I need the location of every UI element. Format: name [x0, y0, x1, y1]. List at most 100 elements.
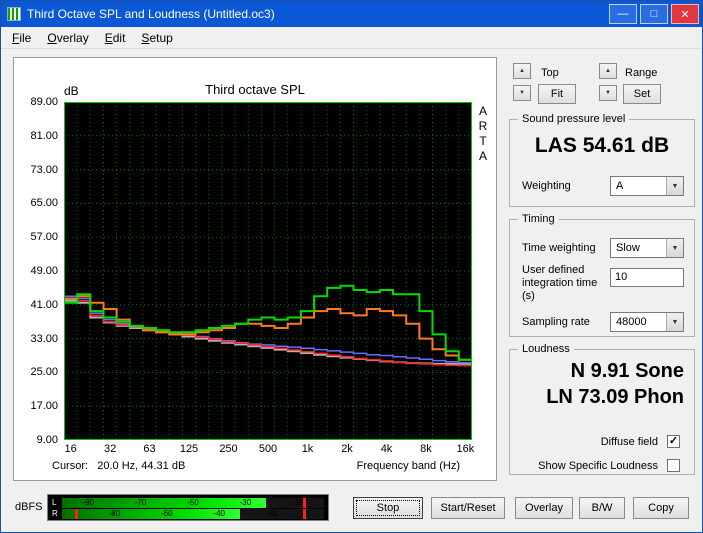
spl-group: Sound pressure level LAS 54.61 dB Weight…	[509, 113, 695, 207]
title-bar: Third Octave SPL and Loudness (Untitled.…	[1, 1, 702, 27]
series-red	[64, 297, 472, 367]
weighting-value: A	[616, 180, 624, 192]
y-tick-label: 57.00	[30, 231, 58, 244]
sampling-rate-value: 48000	[616, 316, 647, 328]
series-orange	[64, 295, 472, 361]
integration-time-input[interactable]: 10	[610, 268, 684, 287]
spl-value: LAS 54.61 dB	[534, 134, 670, 157]
fit-button[interactable]: Fit	[538, 84, 576, 104]
top-up-button[interactable]: ▲	[513, 63, 531, 79]
range-down-button[interactable]: ▼	[599, 85, 617, 101]
x-tick-label: 2k	[341, 443, 353, 455]
copy-button[interactable]: Copy	[633, 497, 689, 519]
menu-bar: File Overlay Edit Setup	[1, 27, 702, 49]
menu-item-edit[interactable]: Edit	[97, 28, 134, 48]
menu-item-overlay[interactable]: Overlay	[39, 28, 96, 48]
meter-scale-label: -50	[187, 498, 199, 507]
x-tick-label: 250	[219, 443, 238, 455]
y-tick-label: 81.00	[30, 129, 58, 142]
window-title: Third Octave SPL and Loudness (Untitled.…	[27, 7, 275, 21]
loudness-ln-value: LN 73.09 Phon	[546, 386, 684, 408]
x-tick-label: 4k	[380, 443, 393, 455]
time-weighting-label: Time weighting	[522, 242, 596, 254]
close-icon: ✕	[680, 8, 690, 21]
down-arrow-icon: ▼	[519, 90, 525, 96]
minimize-icon: —	[617, 8, 629, 20]
meter-bar: -80 -60 -40 -20	[62, 509, 324, 519]
dbfs-label: dBFS	[15, 501, 43, 513]
range-up-button[interactable]: ▲	[599, 63, 617, 79]
window-controls: — □ ✕	[606, 1, 702, 27]
range-label: Range	[625, 67, 658, 79]
top-label: Top	[541, 67, 559, 79]
start-reset-button[interactable]: Start/Reset	[431, 497, 505, 519]
y-axis-unit-label: dB	[64, 84, 79, 98]
level-meter: L -90 -70 -50 -30 -10 R -80 -60 -40 -20	[47, 494, 329, 521]
series-blue	[64, 295, 472, 364]
app-icon	[7, 7, 21, 21]
bw-button[interactable]: B/W	[579, 497, 625, 519]
loudness-group-caption: Loudness	[518, 343, 574, 355]
x-tick-label: 16	[64, 443, 77, 455]
meter-scale-label: -60	[161, 509, 173, 518]
sampling-rate-label: Sampling rate	[522, 316, 590, 328]
meter-bar: -90 -70 -50 -30 -10	[62, 498, 324, 508]
up-arrow-icon: ▲	[519, 68, 525, 74]
overlay-button[interactable]: Overlay	[515, 497, 573, 519]
down-arrow-icon: ▼	[605, 90, 611, 96]
timing-group-caption: Timing	[518, 213, 559, 225]
weighting-label: Weighting	[522, 180, 571, 192]
y-tick-label: 41.00	[30, 298, 58, 311]
close-button[interactable]: ✕	[671, 4, 699, 24]
meter-scale-label: -80	[108, 509, 121, 518]
spl-group-caption: Sound pressure level	[518, 113, 630, 125]
meter-row-r: R -80 -60 -40 -20	[50, 509, 326, 519]
meter-channel-label: R	[52, 509, 58, 518]
spl-chart[interactable]	[64, 102, 472, 440]
top-down-button[interactable]: ▼	[513, 85, 531, 101]
chart-panel: Third octave SPL dB 89.00 81.00 73.00 65.00…	[13, 57, 497, 481]
y-tick-label: 33.00	[30, 332, 58, 345]
maximize-button[interactable]: □	[640, 4, 668, 24]
series-gray	[64, 299, 472, 365]
set-button[interactable]: Set	[623, 84, 661, 104]
arta-watermark: ARTA	[475, 104, 491, 164]
arta-letter: A	[478, 104, 487, 118]
x-tick-label: 1k	[301, 443, 314, 455]
menu-item-file[interactable]: File	[4, 28, 39, 48]
weighting-select[interactable]: A ▼	[610, 176, 684, 196]
show-specific-loudness-checkbox[interactable]	[667, 459, 680, 472]
specific-loudness-label: Show Specific Loudness	[538, 460, 658, 472]
y-axis-labels: 89.00 81.00 73.00 65.00 57.00 49.00 41.00 33.00…	[14, 96, 60, 446]
chart-title: Third octave SPL	[205, 82, 305, 97]
x-tick-label: 500	[258, 443, 278, 455]
maximize-icon: □	[650, 8, 658, 20]
time-weighting-select[interactable]: Slow ▼	[610, 238, 684, 258]
meter-peak-mark	[303, 509, 307, 519]
plot-area[interactable]	[64, 102, 472, 440]
arta-letter: T	[479, 134, 487, 148]
meter-scale-label: -30	[239, 498, 252, 507]
loudness-n-value: N 9.91 Sone	[570, 360, 684, 382]
timing-group: Timing Time weighting Slow ▼ User define…	[509, 213, 695, 337]
chevron-down-icon: ▼	[666, 313, 683, 331]
y-tick-label: 49.00	[30, 265, 58, 277]
meter-scale-label: -10	[292, 498, 304, 507]
menu-item-setup[interactable]: Setup	[133, 28, 180, 48]
x-axis-labels: 16 32 63 125 250 500 1k 2k 4k 8k 16k	[64, 443, 474, 456]
meter-scale-label: -40	[213, 509, 225, 518]
x-tick-label: 63	[143, 443, 156, 455]
x-axis-title: Frequency band (Hz)	[356, 460, 460, 472]
cursor-readout: Cursor: 20.0 Hz, 44.31 dB	[52, 460, 186, 472]
x-tick-label: 125	[179, 443, 199, 455]
minimize-button[interactable]: —	[609, 4, 637, 24]
meter-channel-label: L	[52, 498, 57, 507]
y-tick-label: 73.00	[30, 163, 58, 176]
stop-button[interactable]: Stop	[353, 497, 423, 519]
meter-scale-label: -20	[265, 509, 278, 518]
app-window: Third Octave SPL and Loudness (Untitled.…	[0, 0, 703, 533]
chevron-down-icon: ▼	[666, 239, 683, 257]
diffuse-field-checkbox[interactable]: ✓	[667, 435, 680, 448]
meter-peak-mark	[75, 509, 79, 519]
sampling-rate-select[interactable]: 48000 ▼	[610, 312, 684, 332]
